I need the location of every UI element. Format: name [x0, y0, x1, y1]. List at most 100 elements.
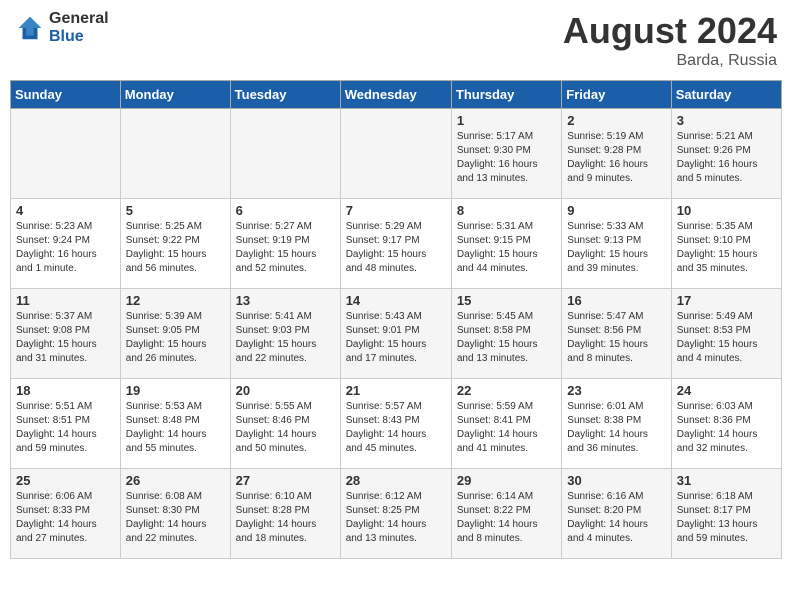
day-info: Sunrise: 5:55 AM Sunset: 8:46 PM Dayligh… [236, 400, 335, 456]
day-info: Sunrise: 5:57 AM Sunset: 8:43 PM Dayligh… [346, 400, 446, 456]
day-info: Sunrise: 5:51 AM Sunset: 8:51 PM Dayligh… [16, 400, 115, 456]
day-number: 27 [236, 473, 335, 488]
day-number: 20 [236, 383, 335, 398]
calendar-cell: 31 Sunrise: 6:18 AM Sunset: 8:17 PM Dayli… [671, 469, 781, 559]
calendar-cell: 30Sunrise: 6:16 AM Sunset: 8:20 PM Dayli… [562, 469, 671, 559]
day-info: Sunrise: 5:41 AM Sunset: 9:03 PM Dayligh… [236, 310, 335, 366]
day-info: Sunrise: 6:01 AM Sunset: 8:38 PM Dayligh… [567, 400, 665, 456]
day-number: 1 [457, 113, 556, 128]
calendar-cell: 13Sunrise: 5:41 AM Sunset: 9:03 PM Dayli… [230, 289, 340, 379]
calendar-cell: 20 Sunrise: 5:55 AM Sunset: 8:46 PM Dayli… [230, 379, 340, 469]
day-number: 31 [677, 473, 776, 488]
calendar-week-4: 18 Sunrise: 5:51 AM Sunset: 8:51 PM Dayli… [11, 379, 782, 469]
calendar-cell: 2 Sunrise: 5:19 AM Sunset: 9:28 PM Daylig… [562, 109, 671, 199]
calendar-cell: 19 Sunrise: 5:53 AM Sunset: 8:48 PM Dayli… [120, 379, 230, 469]
day-number: 22 [457, 383, 556, 398]
day-info: Sunrise: 5:25 AM Sunset: 9:22 PM Dayligh… [126, 220, 225, 276]
calendar-week-1: 1 Sunrise: 5:17 AM Sunset: 9:30 PM Daylig… [11, 109, 782, 199]
calendar-cell [340, 109, 451, 199]
day-info: Sunrise: 5:45 AM Sunset: 8:58 PM Dayligh… [457, 310, 556, 366]
day-info: Sunrise: 5:31 AM Sunset: 9:15 PM Dayligh… [457, 220, 556, 276]
calendar-cell: 3 Sunrise: 5:21 AM Sunset: 9:26 PM Daylig… [671, 109, 781, 199]
calendar-cell: 10Sunrise: 5:35 AM Sunset: 9:10 PM Dayli… [671, 199, 781, 289]
day-info: Sunrise: 5:37 AM Sunset: 9:08 PM Dayligh… [16, 310, 115, 366]
calendar-cell: 28Sunrise: 6:12 AM Sunset: 8:25 PM Dayli… [340, 469, 451, 559]
calendar-cell: 18 Sunrise: 5:51 AM Sunset: 8:51 PM Dayli… [11, 379, 121, 469]
calendar-cell: 14 Sunrise: 5:43 AM Sunset: 9:01 PM Dayli… [340, 289, 451, 379]
page-header: General Blue August 2024 Barda, Russia [10, 10, 782, 70]
day-info: Sunrise: 5:27 AM Sunset: 9:19 PM Dayligh… [236, 220, 335, 276]
calendar-cell: 1 Sunrise: 5:17 AM Sunset: 9:30 PM Daylig… [451, 109, 561, 199]
weekday-header-wednesday: Wednesday [340, 81, 451, 109]
day-info: Sunrise: 6:08 AM Sunset: 8:30 PM Dayligh… [126, 490, 225, 546]
day-info: Sunrise: 5:39 AM Sunset: 9:05 PM Dayligh… [126, 310, 225, 366]
day-info: Sunrise: 5:17 AM Sunset: 9:30 PM Dayligh… [457, 130, 556, 186]
calendar-cell: 4Sunrise: 5:23 AM Sunset: 9:24 PM Daylig… [11, 199, 121, 289]
calendar-cell: 12Sunrise: 5:39 AM Sunset: 9:05 PM Dayli… [120, 289, 230, 379]
month-title: August 2024 [563, 10, 777, 52]
day-number: 19 [126, 383, 225, 398]
day-info: Sunrise: 5:29 AM Sunset: 9:17 PM Dayligh… [346, 220, 446, 276]
calendar-cell: 17 Sunrise: 5:49 AM Sunset: 8:53 PM Dayli… [671, 289, 781, 379]
title-area: August 2024 Barda, Russia [563, 10, 777, 70]
day-info: Sunrise: 5:33 AM Sunset: 9:13 PM Dayligh… [567, 220, 665, 276]
weekday-header-monday: Monday [120, 81, 230, 109]
day-number: 10 [677, 203, 776, 218]
day-number: 23 [567, 383, 665, 398]
day-number: 21 [346, 383, 446, 398]
day-number: 4 [16, 203, 115, 218]
day-info: Sunrise: 5:53 AM Sunset: 8:48 PM Dayligh… [126, 400, 225, 456]
day-number: 26 [126, 473, 225, 488]
day-number: 9 [567, 203, 665, 218]
calendar-week-5: 25 Sunrise: 6:06 AM Sunset: 8:33 PM Dayli… [11, 469, 782, 559]
calendar-cell: 25 Sunrise: 6:06 AM Sunset: 8:33 PM Dayli… [11, 469, 121, 559]
calendar-cell: 22 Sunrise: 5:59 AM Sunset: 8:41 PM Dayli… [451, 379, 561, 469]
day-info: Sunrise: 5:47 AM Sunset: 8:56 PM Dayligh… [567, 310, 665, 366]
day-number: 17 [677, 293, 776, 308]
calendar-cell [120, 109, 230, 199]
calendar-cell: 26 Sunrise: 6:08 AM Sunset: 8:30 PM Dayli… [120, 469, 230, 559]
day-number: 2 [567, 113, 665, 128]
weekday-header-tuesday: Tuesday [230, 81, 340, 109]
logo-icon [15, 13, 45, 43]
day-number: 3 [677, 113, 776, 128]
calendar-cell [11, 109, 121, 199]
calendar-cell: 23 Sunrise: 6:01 AM Sunset: 8:38 PM Dayli… [562, 379, 671, 469]
day-number: 11 [16, 293, 115, 308]
weekday-header-sunday: Sunday [11, 81, 121, 109]
day-number: 8 [457, 203, 556, 218]
day-info: Sunrise: 6:12 AM Sunset: 8:25 PM Dayligh… [346, 490, 446, 546]
logo: General Blue [15, 10, 109, 45]
location: Barda, Russia [563, 52, 777, 70]
logo-text: General Blue [49, 10, 109, 45]
day-number: 15 [457, 293, 556, 308]
day-info: Sunrise: 6:03 AM Sunset: 8:36 PM Dayligh… [677, 400, 776, 456]
day-number: 25 [16, 473, 115, 488]
calendar-body: 1 Sunrise: 5:17 AM Sunset: 9:30 PM Daylig… [11, 109, 782, 559]
day-info: Sunrise: 5:19 AM Sunset: 9:28 PM Dayligh… [567, 130, 665, 186]
calendar-cell: 24 Sunrise: 6:03 AM Sunset: 8:36 PM Dayli… [671, 379, 781, 469]
day-info: Sunrise: 5:21 AM Sunset: 9:26 PM Dayligh… [677, 130, 776, 186]
day-info: Sunrise: 5:49 AM Sunset: 8:53 PM Dayligh… [677, 310, 776, 366]
calendar-cell [230, 109, 340, 199]
weekday-row: SundayMondayTuesdayWednesdayThursdayFrid… [11, 81, 782, 109]
weekday-header-friday: Friday [562, 81, 671, 109]
day-info: Sunrise: 6:06 AM Sunset: 8:33 PM Dayligh… [16, 490, 115, 546]
calendar-week-2: 4Sunrise: 5:23 AM Sunset: 9:24 PM Daylig… [11, 199, 782, 289]
calendar-week-3: 11 Sunrise: 5:37 AM Sunset: 9:08 PM Dayli… [11, 289, 782, 379]
day-number: 24 [677, 383, 776, 398]
calendar-cell: 11 Sunrise: 5:37 AM Sunset: 9:08 PM Dayli… [11, 289, 121, 379]
day-number: 18 [16, 383, 115, 398]
calendar-header: SundayMondayTuesdayWednesdayThursdayFrid… [11, 81, 782, 109]
day-number: 30 [567, 473, 665, 488]
day-number: 16 [567, 293, 665, 308]
calendar-cell: 27Sunrise: 6:10 AM Sunset: 8:28 PM Dayli… [230, 469, 340, 559]
day-number: 14 [346, 293, 446, 308]
calendar-cell: 7Sunrise: 5:29 AM Sunset: 9:17 PM Daylig… [340, 199, 451, 289]
day-number: 6 [236, 203, 335, 218]
day-info: Sunrise: 6:18 AM Sunset: 8:17 PM Dayligh… [677, 490, 776, 546]
day-info: Sunrise: 5:59 AM Sunset: 8:41 PM Dayligh… [457, 400, 556, 456]
weekday-header-saturday: Saturday [671, 81, 781, 109]
calendar-cell: 5Sunrise: 5:25 AM Sunset: 9:22 PM Daylig… [120, 199, 230, 289]
day-info: Sunrise: 5:43 AM Sunset: 9:01 PM Dayligh… [346, 310, 446, 366]
